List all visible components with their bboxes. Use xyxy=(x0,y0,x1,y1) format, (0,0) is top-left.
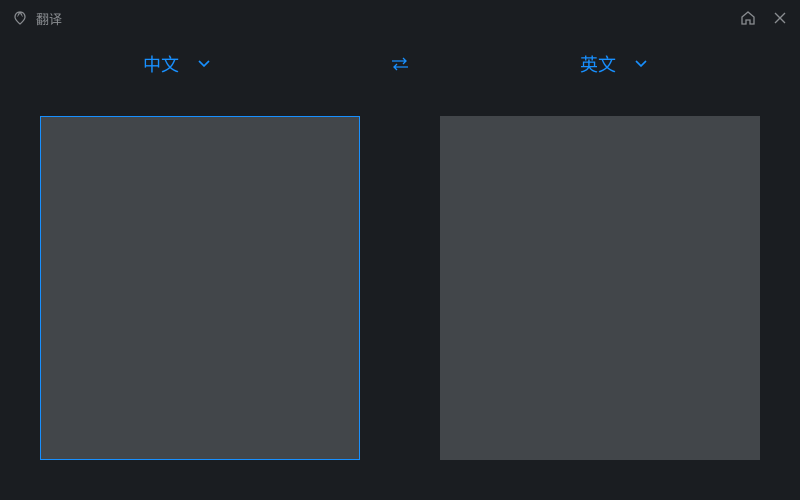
titlebar-left: 翻译 xyxy=(12,9,62,28)
close-icon[interactable] xyxy=(772,10,788,26)
home-icon[interactable] xyxy=(740,10,756,26)
source-language-selector[interactable]: 中文 xyxy=(143,51,211,77)
titlebar-right xyxy=(740,10,788,26)
source-language-label: 中文 xyxy=(143,51,179,77)
titlebar: 翻译 xyxy=(0,0,800,36)
app-logo-icon xyxy=(12,10,28,26)
panels-container xyxy=(0,92,800,460)
chevron-down-icon xyxy=(634,57,648,71)
chevron-down-icon xyxy=(197,57,211,71)
swap-languages-button[interactable] xyxy=(390,54,410,74)
target-text-panel xyxy=(440,116,760,460)
swap-icon xyxy=(390,57,410,71)
target-language-label: 英文 xyxy=(580,51,616,77)
source-text-panel[interactable] xyxy=(40,116,360,460)
target-language-selector[interactable]: 英文 xyxy=(580,51,648,77)
language-bar: 中文 英文 xyxy=(0,36,800,92)
app-title: 翻译 xyxy=(36,9,62,28)
